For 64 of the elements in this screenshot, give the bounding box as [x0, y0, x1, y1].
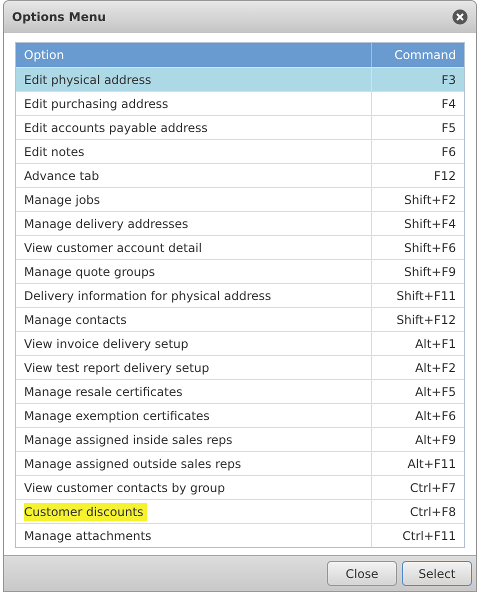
shortcut-cell-text: Shift+F11 [395, 288, 457, 304]
option-label: Manage assigned inside sales reps [24, 432, 232, 448]
option-label: Edit physical address [24, 72, 152, 88]
option-row[interactable]: View invoice delivery setup Alt+F1 [16, 331, 464, 355]
shortcut-cell-text: Shift+F6 [403, 240, 457, 256]
option-label: View test report delivery setup [24, 360, 210, 376]
shortcut-cell-text: Alt+F11 [406, 456, 457, 472]
option-row[interactable]: Manage delivery addresses Shift+F4 [16, 211, 464, 235]
option-row[interactable]: View customer account detail Shift+F6 [16, 235, 464, 259]
shortcut-cell-text: Shift+F12 [395, 312, 457, 328]
option-row[interactable]: View customer contacts by group Ctrl+F7 [16, 475, 464, 499]
window-title: Options Menu [12, 9, 106, 26]
shortcut-cell-text: Alt+F1 [414, 336, 457, 352]
shortcut-cell-text: Ctrl+F7 [409, 480, 457, 496]
shortcut-cell-text: Alt+F6 [414, 408, 457, 424]
option-row[interactable]: Manage attachments Ctrl+F11 [16, 523, 464, 547]
shortcut-cell-text: F3 [440, 72, 457, 88]
shortcut-cell-text: F6 [440, 144, 457, 160]
option-row[interactable]: Manage assigned inside sales reps Alt+F9 [16, 427, 464, 451]
option-label: Manage resale certificates [24, 384, 182, 400]
shortcut-cell-text: F4 [440, 96, 457, 112]
option-label: Edit accounts payable address [24, 120, 208, 136]
close-icon[interactable] [452, 9, 468, 25]
option-label: Manage attachments [24, 528, 152, 544]
shortcut-cell-text: F5 [440, 120, 457, 136]
option-label: Delivery information for physical address [24, 288, 272, 304]
option-label: Manage delivery addresses [24, 216, 188, 232]
shortcut-cell-text: Ctrl+F11 [401, 528, 457, 544]
shortcut-cell-text: Shift+F4 [403, 216, 457, 232]
shortcut-cell-text: Alt+F5 [414, 384, 457, 400]
option-row[interactable]: Advance tab F12 [16, 163, 464, 187]
option-row[interactable]: Manage exemption certificates Alt+F6 [16, 403, 464, 427]
option-row[interactable]: Manage assigned outside sales reps Alt+F11 [16, 451, 464, 475]
option-label: Manage assigned outside sales reps [24, 456, 242, 472]
shortcut-cell-text: Alt+F2 [414, 360, 457, 376]
option-row[interactable]: View test report delivery setup Alt+F2 [16, 355, 464, 379]
option-row[interactable]: Manage contacts Shift+F12 [16, 307, 464, 331]
option-row[interactable]: Edit purchasing address F4 [16, 91, 464, 115]
option-label: Edit purchasing address [24, 96, 168, 112]
option-row[interactable]: Edit physical address F3 [16, 67, 464, 91]
close-button[interactable]: Close [327, 561, 397, 586]
shortcut-cell-text: Alt+F9 [414, 432, 457, 448]
option-row[interactable]: Edit accounts payable address F5 [16, 115, 464, 139]
option-row[interactable]: Customer discounts Ctrl+F8 [16, 499, 464, 523]
option-label: Manage contacts [24, 312, 127, 328]
option-row[interactable]: Manage quote groups Shift+F9 [16, 259, 464, 283]
option-label: Manage jobs [24, 192, 100, 208]
select-button[interactable]: Select [402, 561, 472, 586]
option-label: Manage exemption certificates [24, 408, 210, 424]
option-label: View invoice delivery setup [24, 336, 188, 352]
option-row[interactable]: Manage jobs Shift+F2 [16, 187, 464, 211]
option-label: Customer discounts [24, 502, 148, 520]
option-label: View customer contacts by group [24, 480, 225, 496]
shortcut-cell-text: Shift+F2 [403, 192, 457, 208]
shortcut-cell-text: Shift+F9 [403, 264, 457, 280]
shortcut-cell-text: F12 [432, 168, 457, 184]
option-label: View customer account detail [24, 240, 202, 256]
shortcut-cell-text: Ctrl+F8 [409, 504, 457, 520]
option-label: Manage quote groups [24, 264, 156, 280]
option-label: Advance tab [24, 168, 100, 184]
option-label: Edit notes [24, 144, 84, 160]
option-row[interactable]: Manage resale certificates Alt+F5 [16, 379, 464, 403]
option-row[interactable]: Edit notes F6 [16, 139, 464, 163]
option-row[interactable]: Delivery information for physical address Shift+F11 [16, 283, 464, 307]
